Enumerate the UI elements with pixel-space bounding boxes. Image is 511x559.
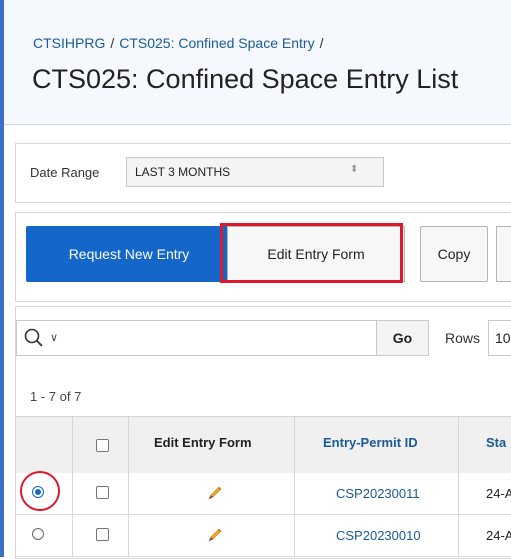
button-region: Request New Entry Edit Entry Form Copy xyxy=(15,212,511,302)
row-checkbox[interactable] xyxy=(96,486,109,499)
date-cell: 24-A xyxy=(486,486,511,501)
column-divider xyxy=(458,417,459,473)
search-column-selector[interactable]: ∨ xyxy=(16,320,85,356)
breadcrumb-separator: / xyxy=(110,35,115,51)
header-status[interactable]: Sta xyxy=(486,435,506,450)
column-divider xyxy=(72,515,73,556)
column-divider xyxy=(294,417,295,473)
copy-button[interactable]: Copy xyxy=(420,226,488,282)
page-title: CTS025: Confined Space Entry List xyxy=(32,64,459,94)
more-button[interactable] xyxy=(496,226,511,282)
pencil-icon[interactable] xyxy=(205,525,225,545)
select-arrows-icon: ⬍ xyxy=(350,164,359,175)
chevron-down-icon: ∨ xyxy=(50,332,59,344)
table-row: CSP20230010 24-A xyxy=(16,515,511,557)
rows-select[interactable]: 10 xyxy=(488,320,511,356)
table-header-row: Edit Entry Form Entry-Permit ID Sta xyxy=(16,416,511,474)
select-all-checkbox[interactable] xyxy=(96,439,109,452)
column-divider xyxy=(294,515,295,556)
column-divider xyxy=(128,417,129,473)
row-checkbox[interactable] xyxy=(96,528,109,541)
column-divider xyxy=(294,473,295,514)
radio-highlight-circle xyxy=(20,471,60,511)
column-divider xyxy=(458,515,459,556)
header-edit-entry-form: Edit Entry Form xyxy=(154,435,252,450)
search-input[interactable] xyxy=(84,320,377,356)
column-divider xyxy=(128,473,129,514)
column-divider xyxy=(128,515,129,556)
column-divider xyxy=(72,417,73,473)
date-range-label: Date Range xyxy=(30,165,100,180)
filter-region: Date Range LAST 3 MONTHS ⬍ xyxy=(15,143,511,203)
search-icon xyxy=(24,328,43,347)
pagination-info: 1 - 7 of 7 xyxy=(30,389,82,404)
page-header: CTSIHPRG / CTS025: Confined Space Entry / C… xyxy=(4,0,511,125)
breadcrumb-item-ctsihprg[interactable]: CTSIHPRG xyxy=(33,35,105,51)
entry-permit-id-link[interactable]: CSP20230010 xyxy=(336,528,421,543)
request-new-entry-button[interactable]: Request New Entry xyxy=(26,226,232,282)
go-button[interactable]: Go xyxy=(376,320,429,356)
date-range-select[interactable]: LAST 3 MONTHS ⬍ xyxy=(126,157,384,187)
column-divider xyxy=(458,473,459,514)
row-select-radio[interactable] xyxy=(32,528,44,540)
header-entry-permit-id[interactable]: Entry-Permit ID xyxy=(323,435,418,450)
breadcrumb: CTSIHPRG / CTS025: Confined Space Entry / xyxy=(33,35,328,51)
column-divider xyxy=(72,473,73,514)
breadcrumb-item-cts025[interactable]: CTS025: Confined Space Entry xyxy=(119,35,314,51)
report-region: ∨ Go Rows 10 1 - 7 of 7 Edit Entry Form … xyxy=(15,306,511,559)
date-range-value: LAST 3 MONTHS xyxy=(135,165,231,179)
breadcrumb-separator: / xyxy=(319,35,324,51)
entry-permit-id-link[interactable]: CSP20230011 xyxy=(336,486,420,501)
edit-button-highlight-box xyxy=(220,223,403,283)
rows-label: Rows xyxy=(445,330,481,346)
date-cell: 24-A xyxy=(486,528,511,543)
pencil-icon[interactable] xyxy=(205,483,225,503)
table-row: CSP20230011 24-A xyxy=(16,471,511,515)
